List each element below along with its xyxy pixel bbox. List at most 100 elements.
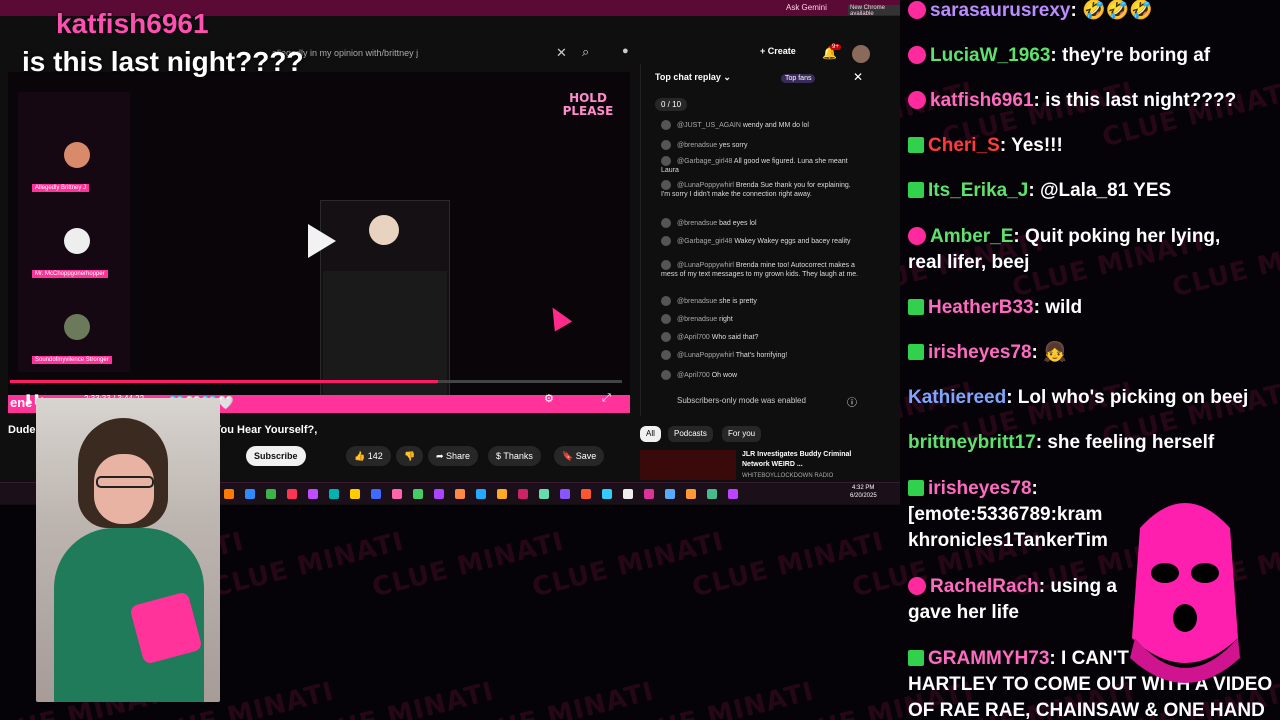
gift-badge-icon bbox=[908, 182, 924, 198]
watermark-text: CLUE MINATI bbox=[459, 676, 658, 720]
chat-text: : 👧 bbox=[1031, 342, 1067, 363]
stream-chat-line: GRAMMYH73: I CAN'T bbox=[908, 646, 1129, 672]
chat-counter: 0 / 10 bbox=[655, 98, 688, 111]
chat-replay-message: @JUST_US_AGAIN wendy and MM do lol bbox=[661, 120, 861, 130]
chat-text: : wild bbox=[1033, 297, 1083, 318]
stream-chat-line: HeatherB33: wild bbox=[908, 295, 1082, 321]
guest-name: Allegedly Brittney J bbox=[32, 184, 90, 192]
stream-scene: CLUE MINATI CLUE MINATI CLUE MINATI CLUE MI… bbox=[0, 0, 1280, 720]
webcam-feed bbox=[36, 398, 220, 702]
filter-for-you[interactable]: For you bbox=[722, 426, 762, 442]
thanks-button[interactable]: $ Thanks bbox=[488, 446, 541, 466]
chat-header[interactable]: Top chat replay ⌄ bbox=[641, 64, 878, 94]
taskbar-app-icon[interactable] bbox=[224, 489, 234, 499]
taskbar-app-icon[interactable] bbox=[560, 489, 570, 499]
taskbar-app-icon[interactable] bbox=[350, 489, 360, 499]
stream-chat-line: brittneybritt17: she feeling herself bbox=[908, 430, 1214, 456]
taskbar-app-icon[interactable] bbox=[371, 489, 381, 499]
dislike-button[interactable]: 👎 bbox=[396, 446, 424, 466]
settings-icon[interactable]: ⚙ bbox=[544, 392, 554, 405]
close-icon[interactable]: ✕ bbox=[853, 70, 863, 84]
taskbar-app-icon[interactable] bbox=[245, 489, 255, 499]
guest-sidebar: Allegedly Brittney J Mr. McChoppgonerhop… bbox=[18, 92, 130, 372]
video-title-left: Dude bbox=[8, 424, 36, 436]
taskbar-app-icon[interactable] bbox=[329, 489, 339, 499]
streamer-face bbox=[94, 454, 154, 524]
recommended-channel: WHITEBOYLLOCKDOWN RADIO bbox=[742, 473, 834, 479]
taskbar-app-icon[interactable] bbox=[287, 489, 297, 499]
progress-bar[interactable] bbox=[10, 380, 622, 383]
subscribe-button[interactable]: Subscribe bbox=[246, 446, 306, 466]
taskbar-app-icon[interactable] bbox=[728, 489, 738, 499]
commenter-avatar bbox=[661, 156, 671, 166]
chat-text: khronicles1TankerTim bbox=[908, 530, 1108, 551]
taskbar-app-icon[interactable] bbox=[434, 489, 444, 499]
recommended-thumbnail[interactable] bbox=[640, 450, 736, 480]
chat-replay-message: @brenadsue yes sorry bbox=[661, 140, 861, 150]
taskbar-app-icon[interactable] bbox=[413, 489, 423, 499]
stream-chat-line: khronicles1TankerTim bbox=[908, 528, 1108, 554]
taskbar-app-icon[interactable] bbox=[581, 489, 591, 499]
filter-podcasts[interactable]: Podcasts bbox=[668, 426, 713, 442]
taskbar-app-icon[interactable] bbox=[455, 489, 465, 499]
create-button[interactable]: + Create bbox=[760, 46, 796, 56]
chat-username: Its_Erika_J bbox=[928, 180, 1029, 201]
filter-all[interactable]: All bbox=[640, 426, 661, 442]
taskbar-app-icon[interactable] bbox=[665, 489, 675, 499]
chat-username: Cheri_S bbox=[928, 135, 1000, 156]
play-icon[interactable] bbox=[308, 224, 336, 258]
chat-text: : 🤣🤣🤣 bbox=[1070, 0, 1154, 21]
recommended-title[interactable]: JLR Investigates Buddy Criminal Network … bbox=[742, 450, 862, 470]
stream-chat-line: katfish6961: is this last night???? bbox=[908, 88, 1236, 114]
taskbar-app-icon[interactable] bbox=[497, 489, 507, 499]
taskbar-app-icon[interactable] bbox=[308, 489, 318, 499]
avatar[interactable] bbox=[852, 45, 870, 63]
like-button[interactable]: 👍 142 bbox=[346, 446, 391, 466]
watermark-text: CLUE MINATI bbox=[299, 676, 498, 720]
chat-text: : Quit poking her lying, bbox=[1013, 226, 1221, 247]
save-button[interactable]: 🔖 Save bbox=[554, 446, 605, 466]
comment-text: That's horrifying! bbox=[735, 351, 788, 359]
watermark-text: CLUE MINATI bbox=[369, 526, 568, 604]
guest-avatar bbox=[64, 228, 90, 254]
guest-name: Soundofmyvilence Stronger bbox=[32, 356, 112, 364]
chat-text: : Lol who's picking on beej bbox=[1006, 387, 1249, 408]
mic-icon[interactable]: ● bbox=[622, 45, 629, 57]
taskbar-app-icon[interactable] bbox=[266, 489, 276, 499]
clear-icon[interactable]: ✕ bbox=[556, 45, 567, 61]
pink-ski-mask-icon bbox=[1130, 503, 1240, 683]
commenter-name: @brenadsue bbox=[677, 219, 720, 227]
taskbar-app-icon[interactable] bbox=[707, 489, 717, 499]
top-fans-button[interactable]: Top fans bbox=[781, 74, 816, 83]
chat-text: : bbox=[1031, 478, 1038, 499]
commenter-avatar bbox=[661, 260, 671, 270]
stream-chat-line: Kathiereed: Lol who's picking on beej bbox=[908, 385, 1248, 411]
taskbar-app-icon[interactable] bbox=[644, 489, 654, 499]
mask-badge-icon bbox=[908, 1, 926, 19]
search-icon[interactable]: ⌕ bbox=[582, 44, 589, 60]
chat-text: : I CAN'T bbox=[1049, 648, 1129, 669]
chat-text: : @Lala_81 YES bbox=[1028, 180, 1172, 201]
stream-chat-line: [emote:5336789:kram bbox=[908, 502, 1102, 528]
taskbar-app-icon[interactable] bbox=[392, 489, 402, 499]
comment-text: right bbox=[719, 315, 733, 323]
taskbar-app-icon[interactable] bbox=[686, 489, 696, 499]
taskbar-app-icon[interactable] bbox=[602, 489, 612, 499]
chat-username: Kathiereed bbox=[908, 387, 1007, 408]
chat-replay-panel: Top chat replay ⌄ Top fans ✕ 0 / 10 @JUS… bbox=[640, 64, 878, 416]
fullscreen-icon[interactable]: ⤢ bbox=[602, 392, 611, 405]
chat-text: gave her life bbox=[908, 602, 1019, 623]
taskbar-app-icon[interactable] bbox=[518, 489, 528, 499]
mask-badge-icon bbox=[908, 227, 926, 245]
chat-text: : Yes!!! bbox=[999, 135, 1063, 156]
taskbar-app-icon[interactable] bbox=[476, 489, 486, 499]
taskbar-clock: 4:32 PM bbox=[852, 485, 875, 491]
search-input[interactable]: allegedly in my opinion with/brittney j … bbox=[250, 44, 640, 64]
info-icon[interactable]: ⓘ bbox=[847, 394, 857, 409]
share-button[interactable]: ➦ Share bbox=[428, 446, 479, 466]
taskbar-app-icon[interactable] bbox=[539, 489, 549, 499]
bookmark-icon: 🔖 bbox=[562, 451, 576, 461]
ask-gemini-label[interactable]: Ask Gemini bbox=[786, 3, 827, 13]
taskbar-app-icon[interactable] bbox=[623, 489, 633, 499]
new-chrome-label[interactable]: New Chrome available bbox=[848, 5, 900, 17]
